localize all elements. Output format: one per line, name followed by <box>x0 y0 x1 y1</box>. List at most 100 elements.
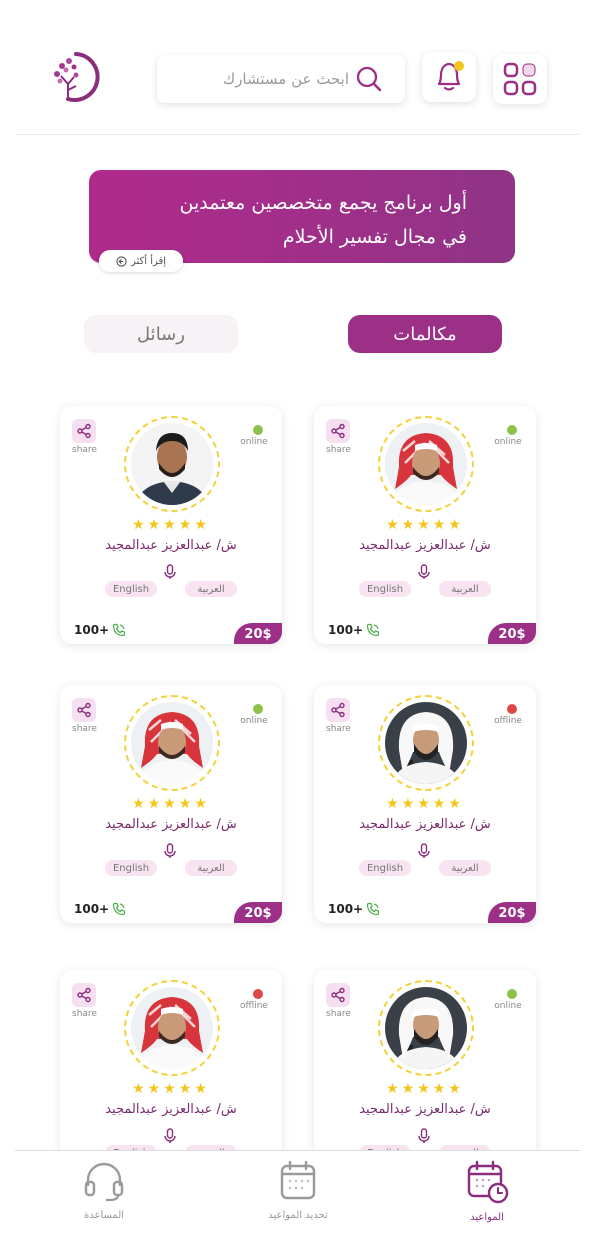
status-label: offline <box>240 1001 268 1011</box>
consultant-photo <box>385 702 467 784</box>
phone-icon <box>113 623 126 637</box>
avatar-ring <box>124 980 220 1076</box>
consultant-photo <box>131 423 213 505</box>
bell-icon <box>437 61 464 91</box>
consultant-card[interactable]: share online ★★★★★ ش/ عبدالعزيز عبدالمجي… <box>60 685 282 923</box>
avatar-ring <box>124 416 220 512</box>
language-arabic-tag: العربية <box>185 860 237 876</box>
calls-count-value: 100+ <box>74 623 110 637</box>
avatar-ring <box>378 695 474 791</box>
star-icon: ★ <box>147 1081 164 1097</box>
status-dot <box>253 989 263 999</box>
rating-stars: ★★★★★ <box>60 796 282 812</box>
share-icon <box>331 423 345 439</box>
tab-calls-label: مكالمات <box>393 323 457 345</box>
avatar <box>131 702 213 784</box>
star-icon: ★ <box>386 517 402 533</box>
consultant-photo <box>131 702 213 784</box>
tab-calls[interactable]: مكالمات <box>348 315 502 353</box>
nav-help-label: المساعدة <box>83 1210 125 1221</box>
star-icon: ★ <box>432 796 449 812</box>
consultant-name: ش/ عبدالعزيز عبدالمجيد <box>105 538 237 553</box>
star-icon: ★ <box>432 517 449 533</box>
nav-help[interactable]: المساعدة <box>59 1160 149 1221</box>
share-label: share <box>72 1009 97 1019</box>
share-icon <box>331 987 345 1003</box>
share-button[interactable] <box>326 983 350 1007</box>
share-button[interactable] <box>72 983 96 1007</box>
star-icon: ★ <box>448 1081 464 1097</box>
calls-count: 100+ <box>74 623 126 637</box>
calls-count: 100+ <box>74 902 126 916</box>
phone-icon <box>367 902 380 916</box>
calls-count-value: 100+ <box>328 902 364 916</box>
notifications-button[interactable] <box>422 52 476 102</box>
banner-line1: أول برنامج يجمع متخصصين معتمدين <box>179 192 467 214</box>
star-icon: ★ <box>386 1081 402 1097</box>
header-divider <box>15 134 580 135</box>
language-arabic-tag: العربية <box>439 860 491 876</box>
consultant-card[interactable]: share online ★★★★★ ش/ عبدالعزيز عبدالمجي… <box>60 406 282 644</box>
share-button[interactable] <box>72 419 96 443</box>
share-button[interactable] <box>326 419 350 443</box>
rating-stars: ★★★★★ <box>314 517 536 533</box>
microphone-icon <box>164 1128 176 1143</box>
tree-logo-icon <box>54 52 100 102</box>
star-icon: ★ <box>401 796 418 812</box>
rating-stars: ★★★★★ <box>60 517 282 533</box>
share-button[interactable] <box>326 698 350 722</box>
star-icon: ★ <box>194 796 210 812</box>
language-english-tag: English <box>359 581 411 597</box>
avatar-ring <box>378 416 474 512</box>
nav-set-appointments-label: تحديد المواعيد <box>268 1210 328 1221</box>
calendar-icon <box>280 1160 316 1200</box>
language-arabic-tag: العربية <box>439 581 491 597</box>
avatar <box>385 987 467 1069</box>
consultant-photo <box>131 987 213 1069</box>
star-icon: ★ <box>386 796 402 812</box>
star-icon: ★ <box>417 796 433 812</box>
star-icon: ★ <box>132 517 148 533</box>
avatar <box>131 423 213 505</box>
headset-icon <box>84 1162 124 1202</box>
apps-menu-button[interactable] <box>493 54 547 104</box>
star-icon: ★ <box>132 1081 148 1097</box>
search-icon[interactable] <box>355 65 383 93</box>
read-more-label: إقرأ أكثر <box>130 255 167 267</box>
status-dot <box>507 704 517 714</box>
consultant-card[interactable]: share online ★★★★★ ش/ عبدالعزيز عبدالمجي… <box>314 406 536 644</box>
star-icon: ★ <box>417 1081 433 1097</box>
star-icon: ★ <box>178 1081 195 1097</box>
status-label: offline <box>494 716 522 726</box>
star-icon: ★ <box>147 517 164 533</box>
tab-messages[interactable]: رسائل <box>84 315 238 353</box>
star-icon: ★ <box>132 796 148 812</box>
price-badge: 20$ <box>488 623 536 644</box>
share-icon <box>77 702 91 718</box>
star-icon: ★ <box>432 1081 449 1097</box>
consultant-name: ش/ عبدالعزيز عبدالمجيد <box>105 1102 237 1117</box>
consultant-card[interactable]: share offline ★★★★★ ش/ عبدالعزيز عبدالمج… <box>314 685 536 923</box>
star-icon: ★ <box>194 1081 210 1097</box>
language-arabic-tag: العربية <box>185 581 237 597</box>
nav-set-appointments[interactable]: تحديد المواعيد <box>253 1160 343 1221</box>
calls-count: 100+ <box>328 623 380 637</box>
status-dot <box>253 425 263 435</box>
bottom-nav-divider <box>15 1150 580 1151</box>
avatar <box>131 987 213 1069</box>
language-english-tag: English <box>105 860 157 876</box>
share-button[interactable] <box>72 698 96 722</box>
rating-stars: ★★★★★ <box>314 1081 536 1097</box>
nav-appointments[interactable]: المواعيد <box>442 1160 532 1223</box>
star-icon: ★ <box>178 796 195 812</box>
search-bar[interactable] <box>157 55 405 103</box>
avatar <box>385 423 467 505</box>
read-more-button[interactable]: إقرأ أكثر <box>99 250 183 272</box>
share-label: share <box>326 724 351 734</box>
share-label: share <box>72 724 97 734</box>
status-label: online <box>240 437 268 447</box>
search-input[interactable] <box>167 63 351 95</box>
calls-count-value: 100+ <box>328 623 364 637</box>
share-label: share <box>326 1009 351 1019</box>
share-icon <box>77 423 91 439</box>
